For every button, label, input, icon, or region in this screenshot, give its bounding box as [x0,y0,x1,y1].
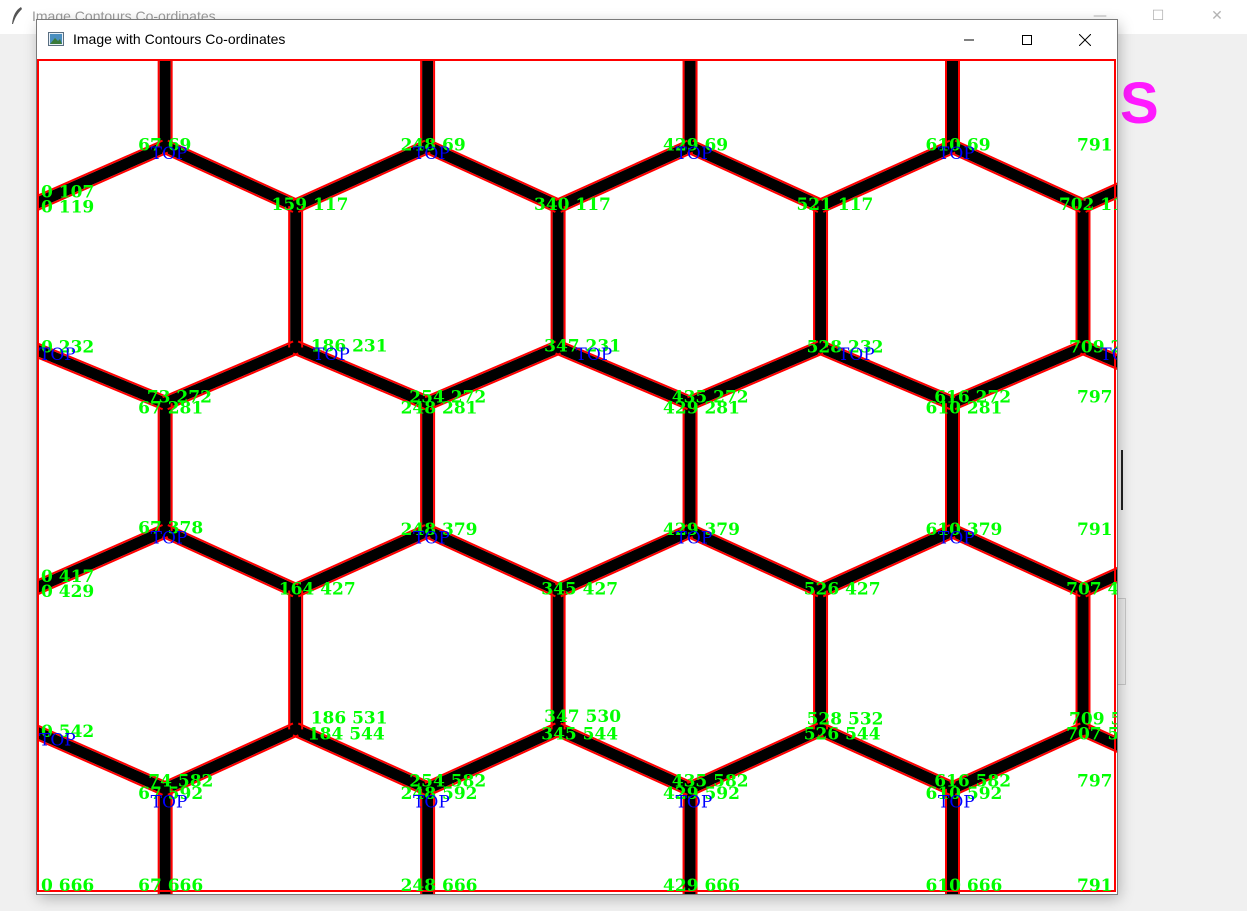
top-marker: TOP [39,345,76,365]
top-marker: TOP [39,730,76,750]
window-title: Image with Contours Co-ordinates [73,31,286,47]
top-marker: TOP [413,144,450,164]
background-scroll-edge [1117,598,1126,685]
top-marker: TOP [676,144,713,164]
coordinate-label: 429 666 [663,876,740,894]
coordinate-label: 707 427 [1066,579,1117,599]
background-content-area [1117,34,1247,911]
coordinate-label: 184 544 [308,725,385,745]
top-marker: TOP [838,345,875,365]
coordinate-label: 340 117 [534,195,611,215]
window-titlebar[interactable]: Image with Contours Co-ordinates [37,20,1117,59]
coordinate-label: 345 427 [541,579,618,599]
background-widget-edge [1117,450,1123,510]
coordinate-label: 791 69 [1077,136,1117,156]
coordinate-label: 0 429 [41,582,94,602]
maximize-button[interactable] [1004,20,1050,59]
contours-window: Image with Contours Co-ordinates 67 69 24… [37,20,1117,894]
coordinate-label: 0 119 [41,198,94,218]
coordinate-label: 791 379 [1077,520,1117,540]
top-marker: TOP [676,792,713,812]
coordinate-label: 248 281 [401,398,478,418]
background-close-icon[interactable]: ✕ [1204,6,1230,26]
hex-border-lines [37,59,1117,894]
top-marker: TOP [676,528,713,548]
top-marker: TOP [151,528,188,548]
coordinate-label: 791 666 [1077,876,1117,894]
background-heading-fragment: S [1120,71,1159,136]
top-marker: TOP [576,345,613,365]
coordinate-label: 797 582 [1077,772,1117,792]
coordinate-label: 521 117 [796,195,873,215]
contour-image-canvas: 67 69248 69429 69610 69791 690 1070 1191… [37,59,1117,894]
contour-image: 67 69248 69429 69610 69791 690 1070 1191… [37,59,1117,894]
coordinate-label: 610 281 [926,398,1003,418]
coordinate-label: 248 666 [401,876,478,894]
feather-icon [12,7,22,24]
coordinate-label: 0 666 [41,876,94,894]
minimize-icon [964,39,974,40]
top-marker: TOP [151,144,188,164]
coordinate-label: 526 427 [804,579,881,599]
top-marker: TOP [938,528,975,548]
top-marker: TOP [313,345,350,365]
top-marker: TOP [938,792,975,812]
top-marker: TOP [413,792,450,812]
background-maximize-icon[interactable]: ☐ [1145,6,1171,26]
coordinate-label: 526 544 [804,725,881,745]
top-marker: TOP [151,792,188,812]
coordinate-label: 797 272 [1077,387,1117,407]
coordinate-label: 67 281 [138,398,203,418]
coordinate-label: 345 544 [541,725,618,745]
close-icon [1079,33,1091,46]
coordinate-label: 159 117 [272,195,349,215]
coordinate-label: 707 544 [1066,725,1117,745]
minimize-button[interactable] [946,20,992,59]
top-marker: TOP [1100,345,1117,365]
image-app-icon [48,32,64,46]
close-button[interactable] [1062,20,1108,59]
top-marker: TOP [938,144,975,164]
coordinate-label: 67 666 [138,876,203,894]
coordinate-label: 429 281 [663,398,740,418]
maximize-icon [1022,34,1032,45]
top-marker: TOP [413,528,450,548]
coordinate-label: 610 666 [926,876,1003,894]
coordinate-label: 702 117 [1059,195,1117,215]
coordinate-label: 164 427 [279,579,356,599]
